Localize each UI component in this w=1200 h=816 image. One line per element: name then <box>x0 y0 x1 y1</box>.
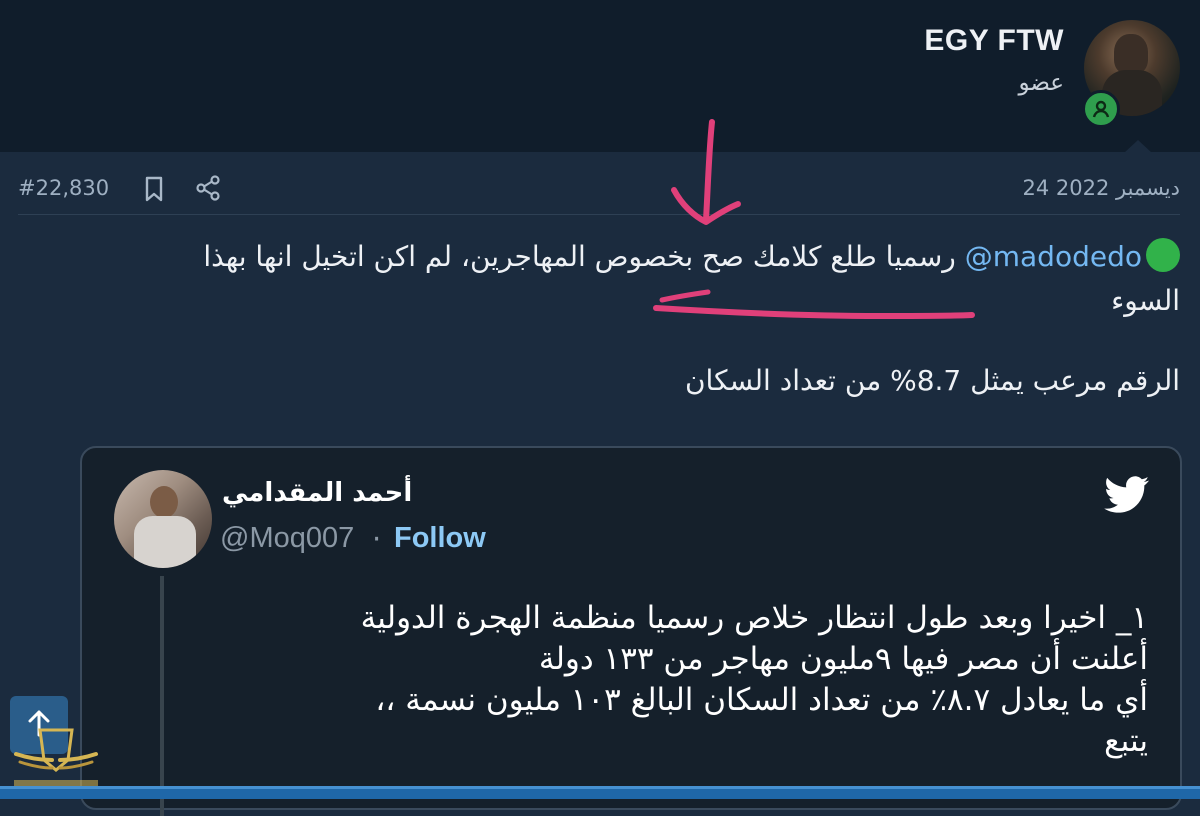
mention-avatar <box>1146 238 1180 272</box>
embedded-tweet[interactable]: أحمد المقدامي @Moq007 · Follow ١_ اخيرا … <box>80 446 1182 816</box>
username[interactable]: EGY FTW <box>924 24 1064 58</box>
tweet-author-handle[interactable]: @Moq007 <box>220 522 354 555</box>
post-line-2: السوء <box>1111 284 1180 317</box>
bookmark-icon[interactable] <box>143 175 165 207</box>
tweet-line: ١_ اخيرا وبعد طول انتظار خلاص رسميا منظم… <box>360 600 1148 636</box>
mention-link[interactable]: madodedo@ <box>965 240 1142 273</box>
post-date: 24 ديسمبر 2022 <box>1022 176 1180 200</box>
tweet-line: أي ما يعادل ٨.٧٪ من تعداد السكان البالغ … <box>375 682 1148 718</box>
tweet-author-avatar[interactable] <box>114 470 212 568</box>
bottom-bar <box>0 786 1200 799</box>
handle-separator: · <box>372 522 382 556</box>
post-number[interactable]: #22,830 <box>18 176 109 200</box>
tweet-line: أعلنت أن مصر فيها ٩مليون مهاجر من ١٣٣ دو… <box>538 641 1148 677</box>
tweet-line: يتبع <box>1104 723 1148 759</box>
post-line-3: الرقم مرعب يمثل 8.7% من تعداد السكان <box>684 364 1180 397</box>
tweet-text: ١_ اخيرا وبعد طول انتظار خلاص رسميا منظم… <box>188 598 1148 762</box>
post-meta: #22,830 24 ديسمبر 2022 <box>18 170 1180 215</box>
online-status-icon <box>1082 90 1120 128</box>
twitter-bird-icon[interactable] <box>1104 476 1150 518</box>
post-text-1: رسميا طلع كلامك صح بخصوص المهاجرين، لم ا… <box>203 240 956 273</box>
user-header: EGY FTW عضو <box>0 0 1200 153</box>
user-role: عضو <box>1018 70 1064 96</box>
share-icon[interactable] <box>194 174 222 206</box>
post-line-1: madodedo@ رسميا طلع كلامك صح بخصوص المها… <box>30 238 1180 276</box>
tweet-author-name[interactable]: أحمد المقدامي <box>222 478 412 508</box>
thread-line <box>160 576 164 816</box>
header-caret <box>1124 140 1152 153</box>
follow-button[interactable]: Follow <box>394 522 486 555</box>
